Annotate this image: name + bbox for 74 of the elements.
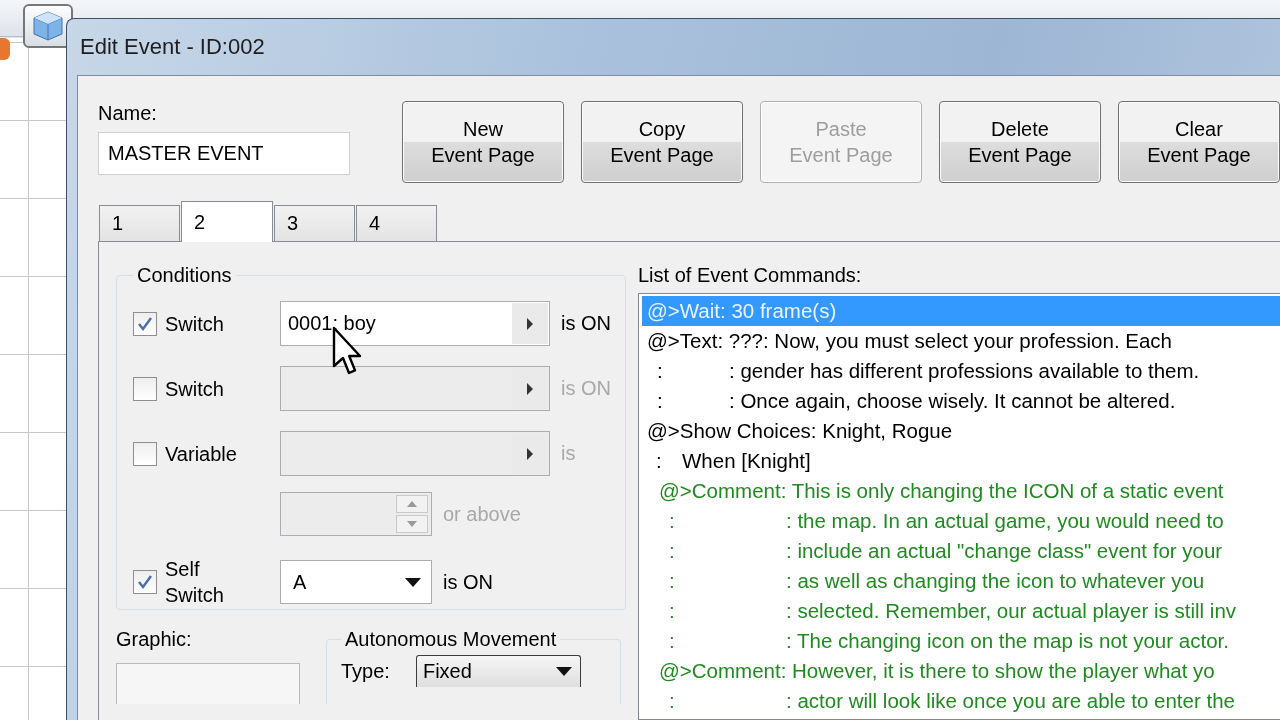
row-marker: : (669, 539, 676, 563)
command-text: : actor will look like once you are able to enter the (786, 689, 1235, 713)
name-field[interactable]: MASTER EVENT (98, 132, 350, 175)
group-title: Autonomous Movement (344, 628, 558, 651)
command-text: : selected. Remember, our actual player is still inv (786, 599, 1237, 623)
checkbox-label: Variable (165, 441, 238, 467)
event-page-button: Paste Event Page (760, 101, 922, 183)
event-page-button[interactable]: New Event Page (402, 101, 564, 183)
command-text: : The changing icon on the map is not your actor. (786, 629, 1229, 653)
command-row[interactable]: @>Comment: This is only changing the ICON of a static event (642, 476, 1280, 506)
command-text: : include an actual "change class" event for your (786, 539, 1223, 563)
graphic-label: Graphic: (116, 628, 193, 651)
type-label: Type: (341, 659, 390, 683)
row-marker: : (669, 629, 676, 653)
page-tab[interactable]: 4 (356, 205, 437, 241)
command-text: : gender has different professions available to them. (729, 359, 1200, 383)
row-marker: : (657, 389, 664, 413)
page-tab[interactable]: 2 (181, 201, 273, 242)
command-text: : as well as changing the icon to whatever you (786, 569, 1205, 593)
cube-icon (31, 9, 65, 43)
row-marker: : (656, 449, 663, 473)
selector-field[interactable] (280, 366, 550, 411)
toolbar-icon (0, 38, 10, 60)
condition-suffix: is ON (561, 312, 611, 335)
command-text: @>Text: ???: Now, you must select your profession. Each (647, 329, 1173, 353)
list-label: List of Event Commands: (638, 264, 863, 287)
checkbox[interactable] (133, 441, 157, 466)
toolbar-button[interactable] (23, 4, 73, 48)
row-marker: : (669, 689, 676, 713)
dropdown-arrow-icon[interactable] (555, 667, 572, 676)
condition-suffix: is ON (561, 377, 611, 400)
page-tab[interactable]: 3 (274, 205, 355, 241)
command-row[interactable]: @>Show Choices: Knight, Rogue (642, 416, 1280, 446)
selector-field[interactable]: 0001: boy (280, 301, 550, 346)
command-text: : Once again, choose wisely. It cannot be altered. (729, 389, 1176, 413)
checkbox-label: Switch (165, 311, 225, 337)
command-text: When [Knight] (682, 449, 811, 473)
type-dropdown[interactable]: Fixed (415, 655, 581, 687)
field-value: 0001: boy (288, 312, 376, 335)
event-page-button[interactable]: Delete Event Page (939, 101, 1101, 183)
row-marker: : (669, 599, 676, 623)
command-list[interactable] (638, 293, 1280, 720)
row-marker: : (657, 359, 664, 383)
condition-suffix: or above (443, 502, 521, 526)
check-icon (136, 573, 154, 591)
command-row[interactable]: @>Text: ???: Now, you must select your profession. Each (642, 326, 1280, 356)
condition-suffix: is ON (443, 570, 493, 594)
selector-field[interactable] (280, 431, 550, 476)
number-field[interactable] (280, 492, 432, 536)
command-text: @>Comment: This is only changing the ICON of a static event (659, 479, 1224, 503)
down-arrow-icon[interactable] (407, 521, 417, 527)
row-marker: : (669, 509, 676, 533)
checkbox[interactable] (133, 311, 157, 336)
command-row[interactable]: @>Comment: However, it is there to show the player what yo (642, 656, 1280, 686)
window-title: Edit Event - ID:002 (79, 33, 266, 61)
command-text: @>Wait: 30 frame(s) (647, 299, 837, 323)
dropdown-arrow-icon[interactable] (405, 577, 421, 587)
command-text: @>Show Choices: Knight, Rogue (647, 419, 953, 443)
name-label: Name: (98, 102, 158, 125)
checkbox-label: Switch (165, 376, 225, 402)
checkbox[interactable] (133, 376, 157, 401)
command-text: : the map. In an actual game, you would need to (786, 509, 1224, 533)
checkbox[interactable] (133, 570, 157, 594)
event-page-button[interactable]: Copy Event Page (581, 101, 743, 183)
condition-suffix: is (561, 442, 576, 465)
command-row[interactable]: : When [Knight] (642, 446, 1280, 476)
dropdown[interactable]: A (280, 560, 432, 604)
event-page-button[interactable]: Clear Event Page (1118, 101, 1280, 183)
group-title: Conditions (136, 264, 233, 287)
checkbox-label: Self Switch (165, 557, 225, 608)
up-arrow-icon[interactable] (407, 501, 417, 507)
command-text: @>Comment: However, it is there to show the player what yo (659, 659, 1215, 683)
page-tab[interactable]: 1 (99, 205, 180, 241)
row-marker: : (669, 569, 676, 593)
